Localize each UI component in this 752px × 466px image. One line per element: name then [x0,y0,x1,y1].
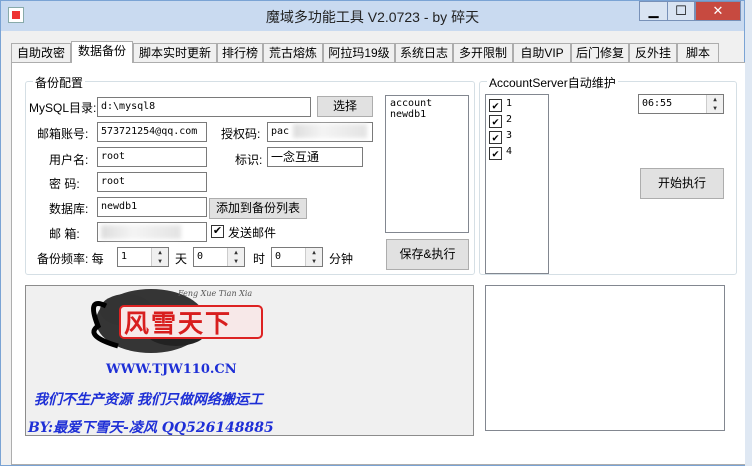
password-label: 密 码: [49,177,80,191]
tab-script-update[interactable]: 脚本实时更新 [133,43,217,62]
server-2-label: 2 [506,114,513,125]
server-3-label: 3 [506,130,513,141]
frequency-minutes-value: 0 [275,251,282,262]
tab-anti-cheat[interactable]: 反外挂 [629,43,677,62]
tab-system-log[interactable]: 系统日志 [395,43,453,62]
server-2-checkbox[interactable]: ✔ [489,115,502,128]
browse-button[interactable]: 选择 [317,96,373,117]
tag-input[interactable]: 一念互通 [267,147,363,167]
frequency-hours-spinner[interactable]: ▲ ▼ [227,248,244,266]
banner-website: WWW.TJW110.CN [106,362,237,377]
tab-smelting[interactable]: 荒古熔炼 [263,43,323,62]
mailbox-redaction-blur [101,225,181,239]
maintenance-time-spinner[interactable]: ▲ ▼ [706,95,723,113]
server-1-label: 1 [506,98,513,109]
tab-backdoor-fix[interactable]: 后门修复 [571,43,629,62]
frequency-minutes-unit: 分钟 [329,252,354,266]
frequency-minutes-stepper[interactable]: 0 ▲ ▼ [271,247,323,267]
desktop-edge [745,0,752,466]
tab-data-backup[interactable]: 数据备份 [71,41,133,63]
frequency-hours-value: 0 [197,251,204,262]
tab-multi-limit[interactable]: 多开限制 [453,43,513,62]
server-3-checkbox[interactable]: ✔ [489,131,502,144]
promo-banner: 风雪天下 Feng Xue Tian Xia WWW.TJW110.CN 我们不… [25,285,474,436]
brand-logo-cn: 风雪天下 [124,309,233,338]
banner-slogan: 我们不生产资源 我们只做网络搬运工 [34,392,263,408]
email-account-input[interactable]: 573721254@qq.com [97,122,207,142]
frequency-label: 备份频率: 每 [37,252,104,266]
username-label: 用户名: [49,153,89,167]
send-mail-label: 发送邮件 [228,226,277,240]
tab-change-password[interactable]: 自助改密 [11,43,71,62]
tab-leaderboard[interactable]: 排行榜 [217,43,263,62]
list-item[interactable]: newdb1 [390,109,464,120]
title-bar[interactable]: 魔域多功能工具 V2.0723 - by 碎天 ▁ ☐ ✕ [1,1,744,31]
brand-logo-en: Feng Xue Tian Xia [178,289,253,298]
close-button[interactable]: ✕ [695,1,741,21]
frequency-minutes-spinner[interactable]: ▲ ▼ [305,248,322,266]
banner-author: BY:最爱下雪天-凌风 QQ526148885 [28,420,274,436]
frequency-hours-stepper[interactable]: 0 ▲ ▼ [193,247,245,267]
server-4-checkbox[interactable]: ✔ [489,147,502,160]
auth-code-value: pac [271,126,290,137]
frequency-days-stepper[interactable]: 1 ▲ ▼ [117,247,169,267]
auth-code-label: 授权码: [221,127,261,141]
email-account-label: 邮箱账号: [37,127,89,141]
backup-db-list[interactable]: account newdb1 [385,95,469,233]
maintenance-time-value: 06:55 [642,98,673,109]
save-execute-button[interactable]: 保存&执行 [386,239,469,270]
start-execute-button[interactable]: 开始执行 [640,168,724,199]
banner-art [91,289,263,353]
frequency-days-value: 1 [121,251,128,262]
list-item[interactable]: account [390,98,464,109]
send-mail-checkbox[interactable]: ✔ [211,225,224,238]
database-input[interactable]: newdb1 [97,197,207,217]
mysql-dir-label: MySQL目录: [29,101,97,115]
mailbox-label: 邮 箱: [49,227,80,241]
redaction-blur [293,124,367,138]
server-4-label: 4 [506,146,513,157]
log-output-box[interactable] [485,285,725,431]
tab-self-vip[interactable]: 自助VIP [513,43,571,62]
add-to-backup-list-button[interactable]: 添加到备份列表 [209,198,307,219]
frequency-hours-unit: 时 [253,252,266,266]
tag-label: 标识: [235,153,263,167]
database-label: 数据库: [49,202,89,216]
mysql-dir-input[interactable]: d:\mysql8 [97,97,311,117]
maximize-button[interactable]: ☐ [667,1,695,21]
account-server-list[interactable]: ✔ 1 ✔ 2 ✔ 3 ✔ 4 [485,94,549,274]
server-1-checkbox[interactable]: ✔ [489,99,502,112]
password-input[interactable]: root [97,172,207,192]
main-window: 魔域多功能工具 V2.0723 - by 碎天 ▁ ☐ ✕ 自助改密 数据备份 … [0,0,746,466]
frequency-days-spinner[interactable]: ▲ ▼ [151,248,168,266]
username-input[interactable]: root [97,147,207,167]
minimize-button[interactable]: ▁ [639,1,667,21]
maintenance-time-picker[interactable]: 06:55 ▲ ▼ [638,94,724,114]
account-server-title: AccountServer自动维护 [487,74,618,91]
window-title: 魔域多功能工具 V2.0723 - by 碎天 [265,9,480,25]
frequency-days-unit: 天 [175,252,188,266]
backup-config-title: 备份配置 [33,74,86,91]
tab-alama[interactable]: 阿拉玛19级 [323,43,395,62]
tab-script[interactable]: 脚本 [677,43,719,62]
